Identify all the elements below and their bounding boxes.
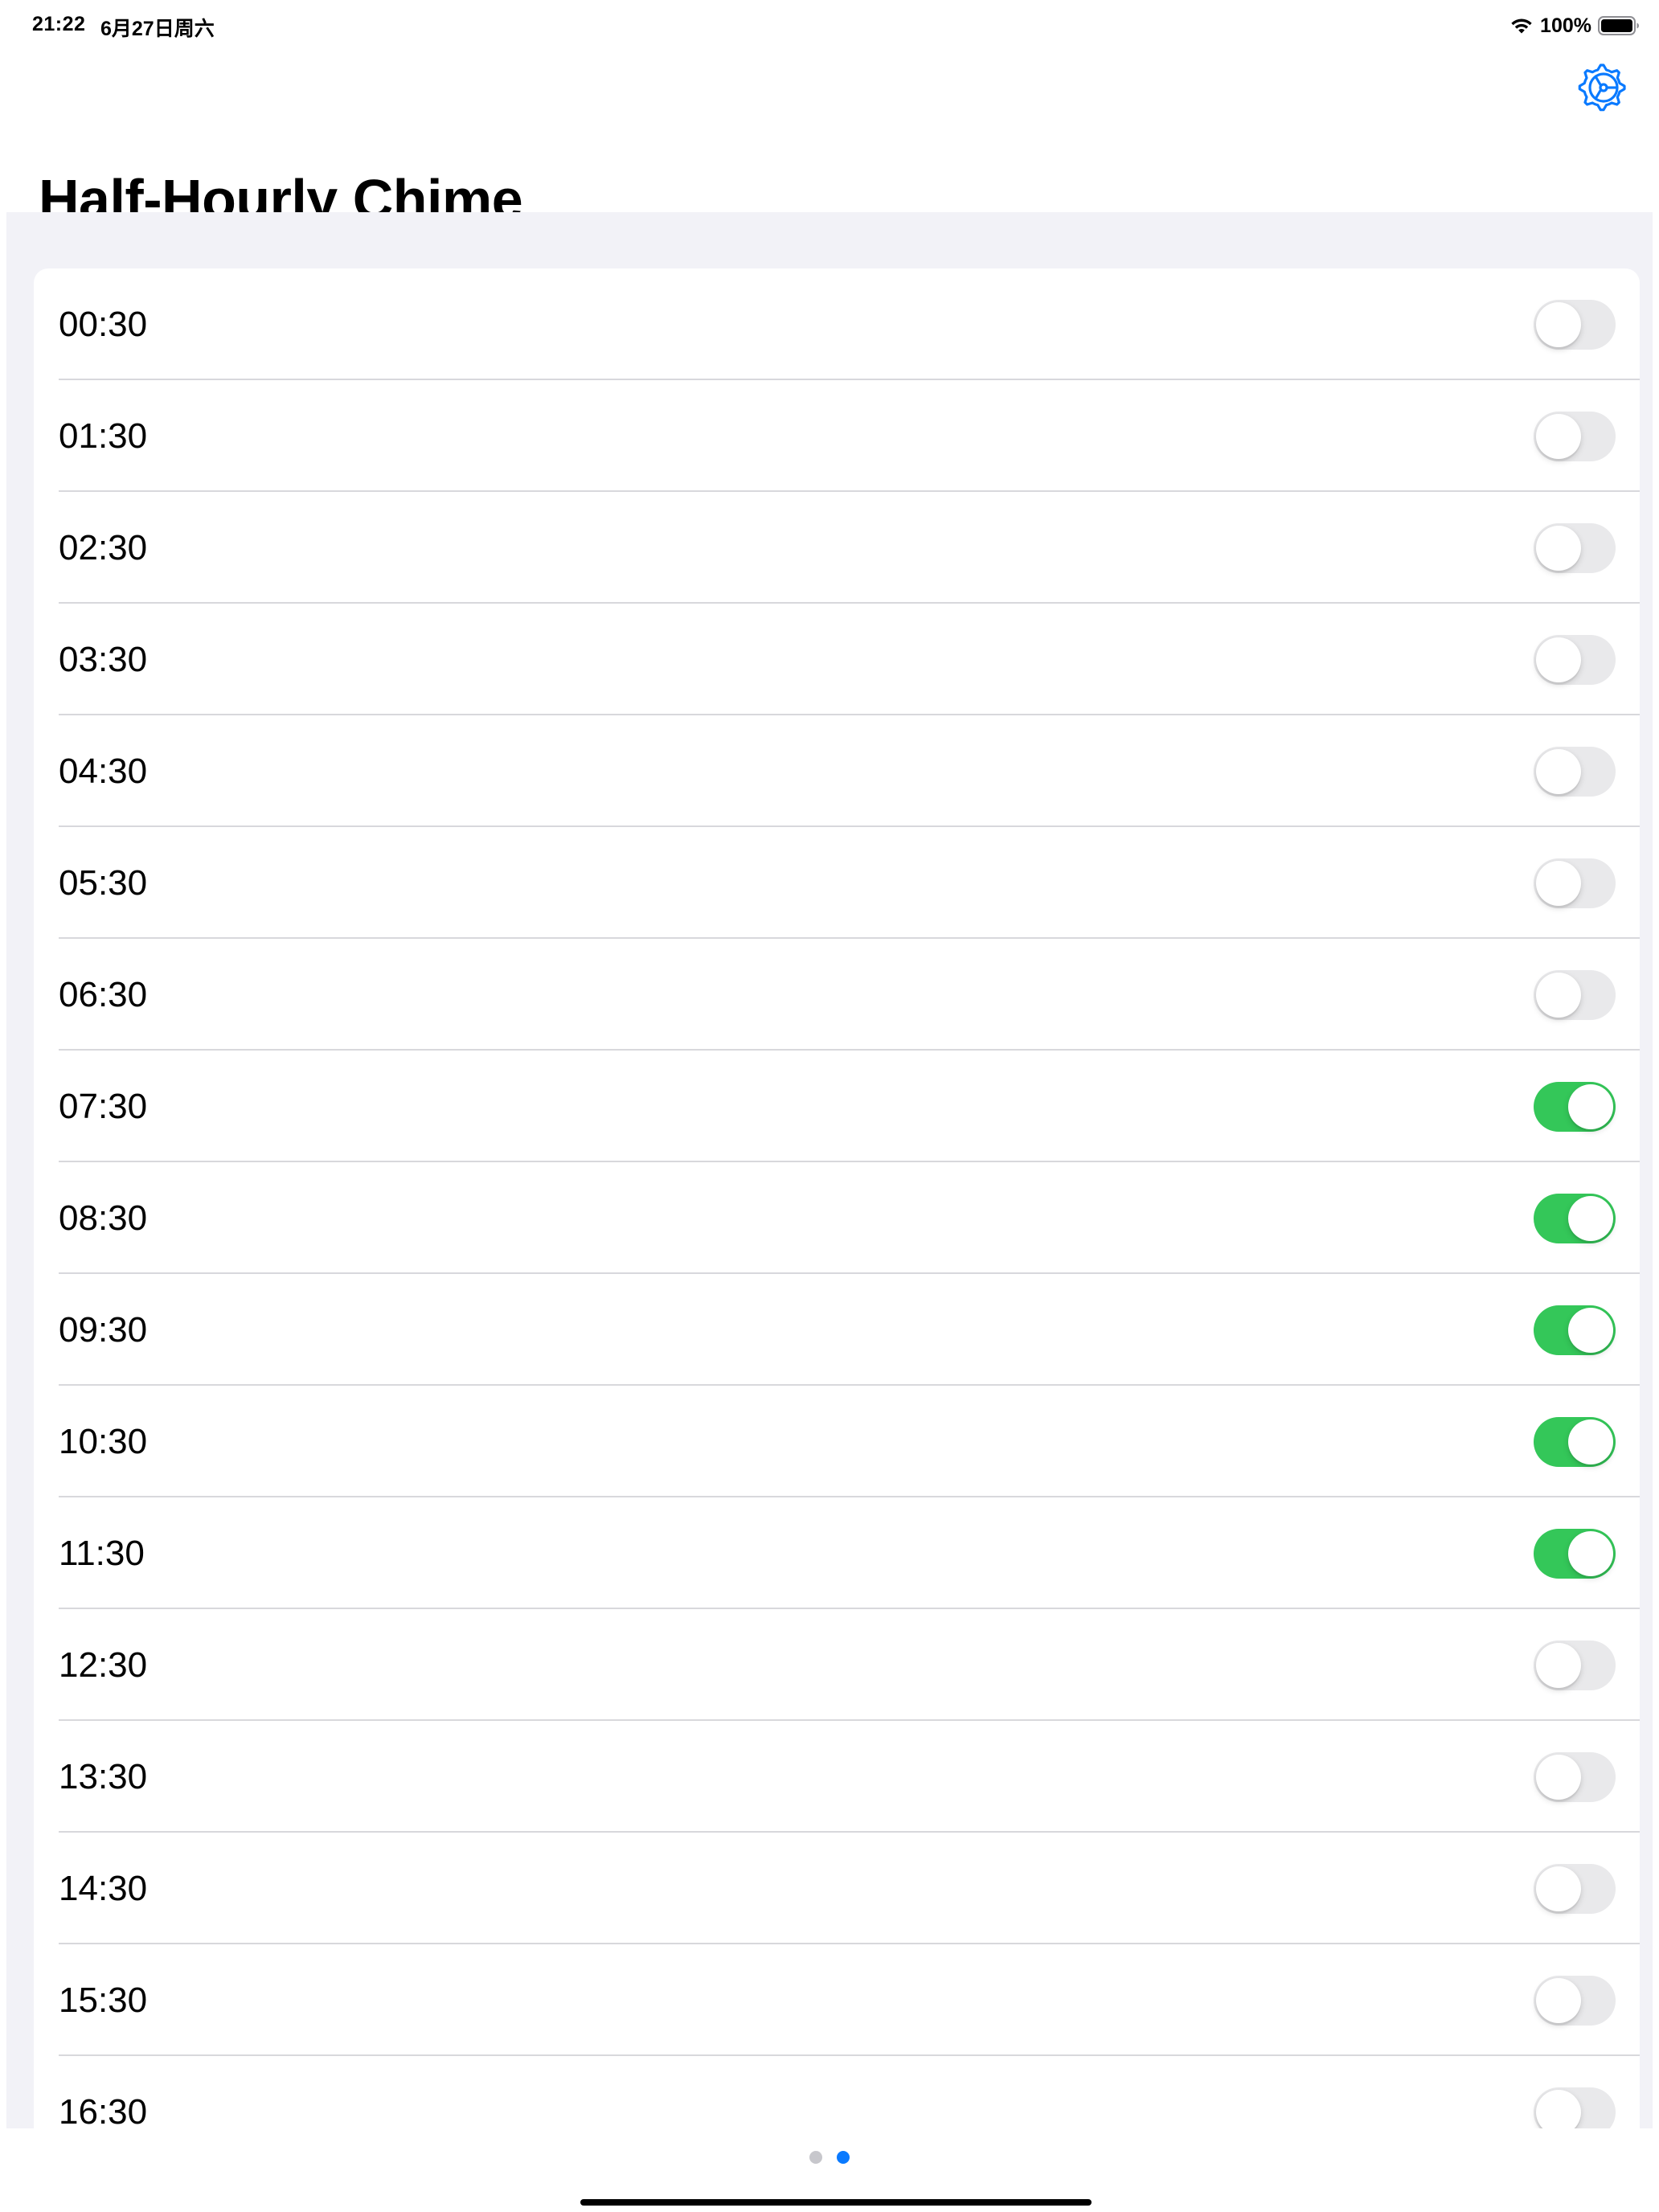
home-indicator[interactable] [580, 2199, 1092, 2206]
chime-toggle[interactable] [1534, 412, 1616, 461]
chime-time-label: 05:30 [59, 863, 148, 903]
toggle-knob [1536, 749, 1581, 794]
chime-toggle[interactable] [1534, 1194, 1616, 1243]
page-dot[interactable] [837, 2151, 850, 2164]
page-dot[interactable] [809, 2151, 822, 2164]
toggle-knob [1536, 861, 1581, 906]
chime-row[interactable]: 10:30 [34, 1386, 1640, 1497]
chime-row[interactable]: 02:30 [34, 492, 1640, 604]
chime-time-label: 10:30 [59, 1422, 148, 1461]
status-time: 21:22 [32, 13, 86, 35]
chime-time-label: 02:30 [59, 528, 148, 567]
page-indicator[interactable] [0, 2151, 1659, 2164]
chime-time-label: 00:30 [59, 305, 148, 344]
chime-row[interactable]: 01:30 [34, 380, 1640, 492]
toggle-knob [1568, 1419, 1613, 1464]
toggle-knob [1536, 1866, 1581, 1911]
chime-list-background: 00:30 01:30 02:30 03:30 04:30 05:30 06:30 07:30… [6, 212, 1653, 2128]
chime-time-label: 03:30 [59, 640, 148, 679]
chime-toggle[interactable] [1534, 1417, 1616, 1467]
chime-toggle[interactable] [1534, 1305, 1616, 1355]
chime-toggle[interactable] [1534, 1976, 1616, 2026]
chime-time-label: 07:30 [59, 1087, 148, 1126]
app-screen: 21:22 6月27日周六 100% Half-Hourly Chime 00:… [0, 0, 1659, 2212]
chime-row[interactable]: 06:30 [34, 939, 1640, 1051]
toggle-knob [1536, 526, 1581, 571]
wifi-icon [1511, 18, 1532, 34]
toggle-knob [1568, 1531, 1613, 1576]
chime-list: 00:30 01:30 02:30 03:30 04:30 05:30 06:30 07:30… [34, 268, 1640, 2128]
toggle-knob [1536, 302, 1581, 347]
chime-time-label: 01:30 [59, 416, 148, 456]
chime-time-label: 15:30 [59, 1981, 148, 2020]
status-indicators: 100% [1509, 11, 1640, 40]
chime-time-label: 13:30 [59, 1757, 148, 1796]
chime-toggle[interactable] [1534, 970, 1616, 1020]
toggle-knob [1536, 973, 1581, 1018]
chime-toggle[interactable] [1534, 523, 1616, 573]
chime-toggle[interactable] [1534, 858, 1616, 908]
chime-time-label: 08:30 [59, 1198, 148, 1238]
chime-toggle[interactable] [1534, 1529, 1616, 1579]
chime-toggle[interactable] [1534, 1752, 1616, 1802]
chime-toggle[interactable] [1534, 300, 1616, 350]
toggle-knob [1568, 1308, 1613, 1353]
chime-time-label: 09:30 [59, 1310, 148, 1350]
chime-toggle[interactable] [1534, 1641, 1616, 1690]
chime-toggle[interactable] [1534, 2087, 1616, 2128]
chime-row[interactable]: 11:30 [34, 1497, 1640, 1609]
chime-row[interactable]: 08:30 [34, 1162, 1640, 1274]
battery-percent: 100% [1540, 14, 1591, 37]
chime-time-label: 16:30 [59, 2092, 148, 2128]
chime-row[interactable]: 12:30 [34, 1609, 1640, 1721]
toggle-knob [1568, 1084, 1613, 1129]
chime-row[interactable]: 04:30 [34, 715, 1640, 827]
chime-row[interactable]: 05:30 [34, 827, 1640, 939]
chime-row[interactable]: 03:30 [34, 604, 1640, 715]
toggle-knob [1568, 1196, 1613, 1241]
settings-button[interactable] [1577, 61, 1630, 114]
toggle-knob [1536, 2090, 1581, 2128]
chime-toggle[interactable] [1534, 1082, 1616, 1132]
chime-row[interactable]: 09:30 [34, 1274, 1640, 1386]
toggle-knob [1536, 637, 1581, 682]
chime-row[interactable]: 16:30 [34, 2056, 1640, 2128]
chime-row[interactable]: 00:30 [34, 268, 1640, 380]
toggle-knob [1536, 414, 1581, 459]
chime-row[interactable]: 14:30 [34, 1833, 1640, 1944]
chime-row[interactable]: 15:30 [34, 1944, 1640, 2056]
chime-row[interactable]: 13:30 [34, 1721, 1640, 1833]
battery-icon [1598, 16, 1639, 35]
toggle-knob [1536, 1978, 1581, 2023]
chime-row[interactable]: 07:30 [34, 1051, 1640, 1162]
chime-time-label: 12:30 [59, 1645, 148, 1685]
status-date: 6月27日周六 [100, 18, 215, 40]
chime-toggle[interactable] [1534, 635, 1616, 685]
chime-time-label: 04:30 [59, 752, 148, 791]
chime-toggle[interactable] [1534, 747, 1616, 797]
toggle-knob [1536, 1755, 1581, 1800]
chime-time-label: 06:30 [59, 975, 148, 1014]
gear-icon [1578, 63, 1626, 112]
chime-time-label: 14:30 [59, 1869, 148, 1908]
status-bar: 21:22 6月27日周六 100% [0, 0, 1659, 56]
chime-time-label: 11:30 [59, 1534, 145, 1573]
chime-toggle[interactable] [1534, 1864, 1616, 1914]
toggle-knob [1536, 1643, 1581, 1688]
